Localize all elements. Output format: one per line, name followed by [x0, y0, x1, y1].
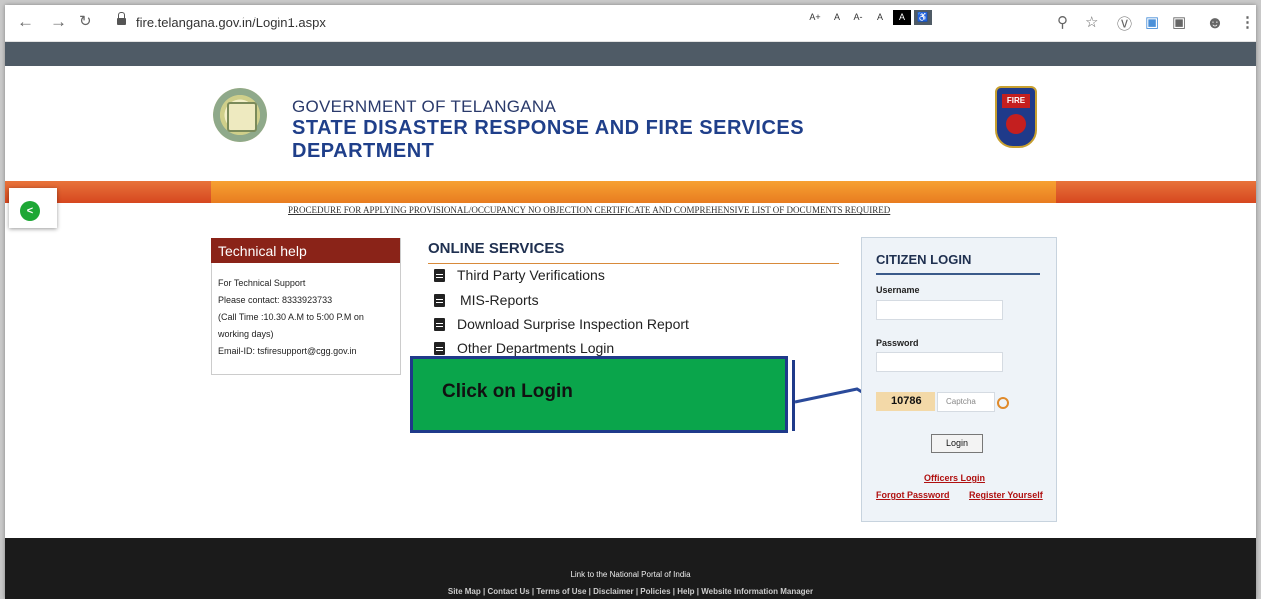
- national-portal-link[interactable]: Link to the National Portal of India: [5, 570, 1256, 579]
- citizen-login-underline: [876, 273, 1040, 275]
- footer-links[interactable]: Site Map | Contact Us | Terms of Use | D…: [5, 587, 1256, 596]
- callout-arrow-icon: [794, 387, 931, 434]
- captcha-image: 10786: [876, 392, 935, 411]
- password-field[interactable]: [876, 352, 1003, 372]
- username-label: Username: [876, 285, 920, 295]
- login-button[interactable]: Login: [931, 434, 983, 453]
- username-field[interactable]: [876, 300, 1003, 320]
- forgot-password-link[interactable]: Forgot Password: [876, 490, 950, 500]
- password-label: Password: [876, 338, 919, 348]
- citizen-login-title: CITIZEN LOGIN: [876, 252, 972, 267]
- browser-window: ← → ↻ fire.telangana.gov.in/Login1.aspx …: [5, 5, 1256, 599]
- captcha-input[interactable]: Captcha: [937, 392, 995, 412]
- officers-login-link[interactable]: Officers Login: [924, 473, 985, 483]
- refresh-captcha-icon[interactable]: [997, 397, 1009, 409]
- register-link[interactable]: Register Yourself: [969, 490, 1043, 500]
